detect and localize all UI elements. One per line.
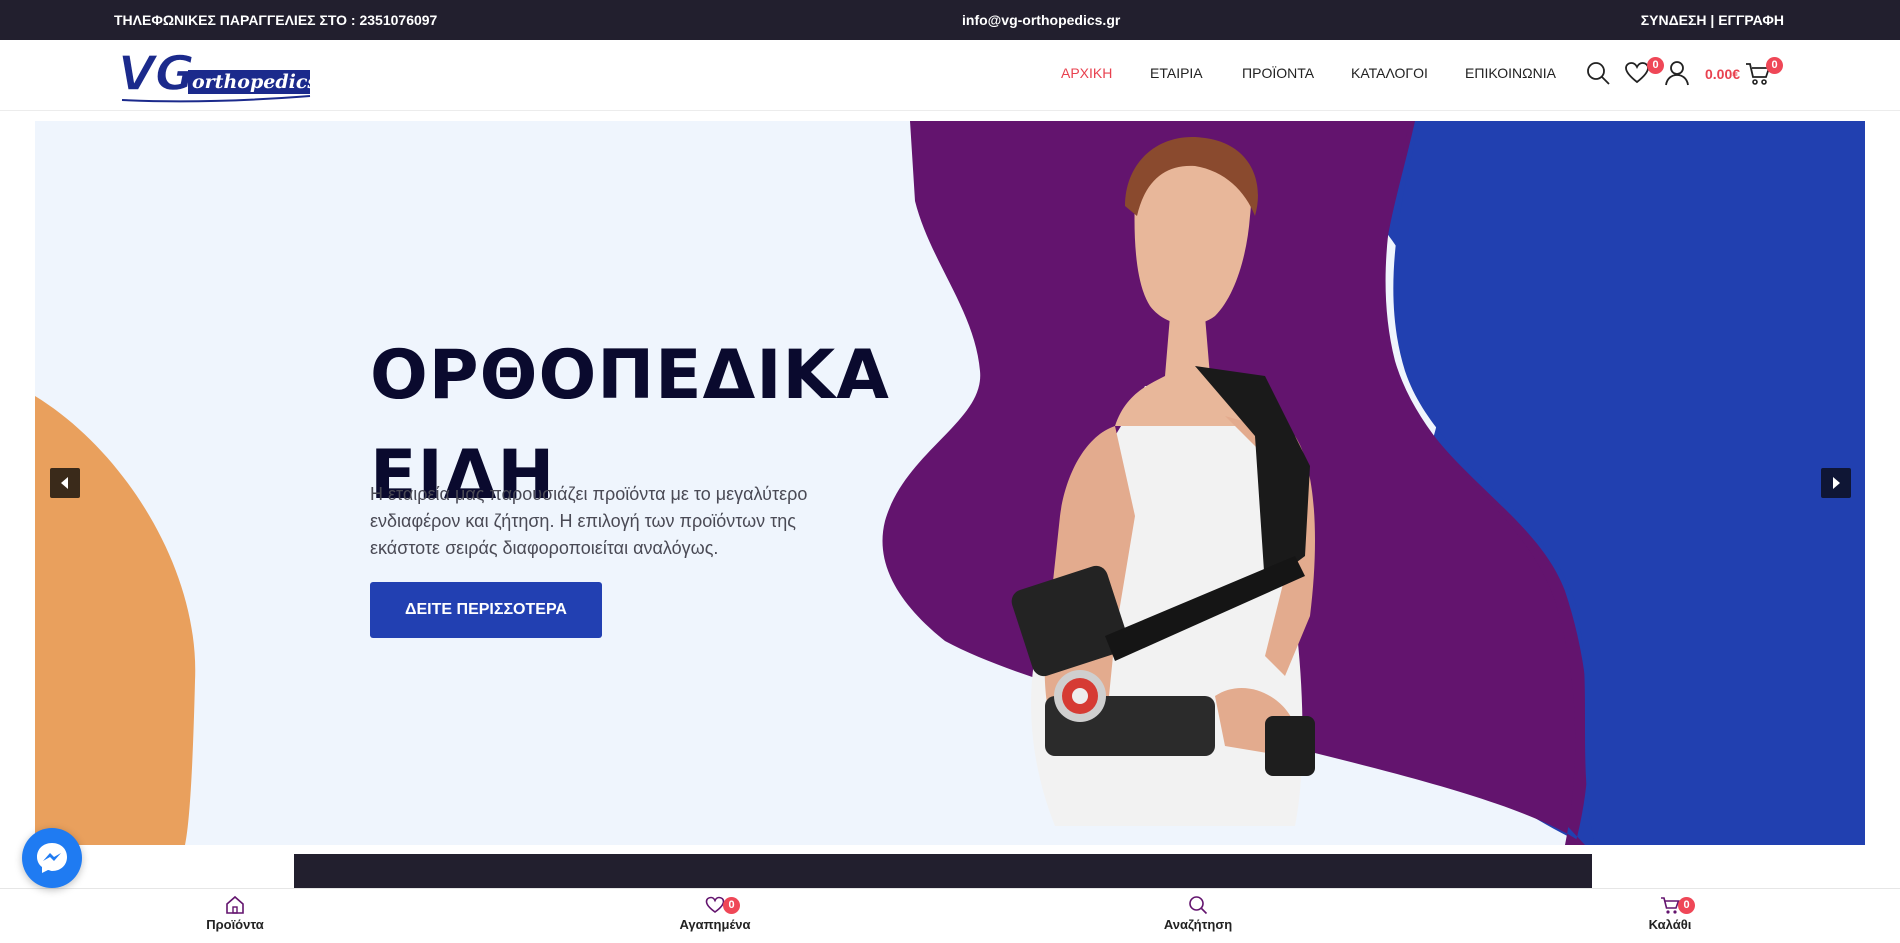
see-more-button[interactable]: ΔΕΙΤΕ ΠΕΡΙΣΣΟΤΕΡΑ [370,582,602,638]
search-icon [1189,896,1208,915]
toolbar-search[interactable]: Αναζήτηση [1138,895,1258,932]
email-link[interactable]: info@vg-orthopedics.gr [962,12,1120,28]
wishlist-count-badge: 0 [1647,57,1664,74]
nav-products[interactable]: ΠΡΟΪΟΝΤΑ [1242,65,1314,81]
toolbar-search-label: Αναζήτηση [1163,917,1233,932]
main-header: VG orthopedics ΑΡΧΙΚΗ ΕΤΑΙΡΙΑ ΠΡΟΪΟΝΤΑ Κ… [0,40,1900,111]
slider-next-button[interactable] [1821,468,1851,498]
auth-separator: | [1706,12,1719,28]
cart-icon [1661,897,1680,914]
hero-background-shapes [35,121,1865,845]
toolbar-products[interactable]: Προϊόντα [175,895,295,932]
cart-total[interactable]: 0.00€ [1705,66,1740,82]
nav-company[interactable]: ΕΤΑΙΡΙΑ [1150,65,1203,81]
site-logo[interactable]: VG orthopedics [116,44,312,106]
toolbar-products-label: Προϊόντα [206,917,264,932]
nav-catalogs[interactable]: ΚΑΤΑΛΟΓΟΙ [1351,65,1428,81]
home-icon [226,895,244,914]
messenger-icon [37,843,67,873]
top-bar: ΤΗΛΕΦΩΝΙΚΕΣ ΠΑΡΑΓΓΕΛΙΕΣ ΣΤΟ : 2351076097… [0,0,1900,40]
logo-mark: VG [118,46,195,102]
hero-description: Η εταιρεία μας παρουσιάζει προϊόντα με τ… [370,484,808,558]
hero-title-line-1: ΟΡΘΟΠΕΔΙΚΑ [370,336,890,415]
wishlist-heart-icon [705,896,725,913]
search-icon[interactable] [1585,60,1611,86]
register-link[interactable]: ΕΓΓΡΑΦΗ [1718,12,1784,28]
toolbar-cart-badge: 0 [1678,897,1695,914]
toolbar-cart[interactable]: Καλάθι 0 [1610,895,1730,932]
login-link[interactable]: ΣΥΝΔΕΣΗ [1641,12,1707,28]
auth-links: ΣΥΝΔΕΣΗ | ΕΓΓΡΑΦΗ [1641,12,1784,28]
toolbar-cart-label: Καλάθι [1648,917,1692,932]
chevron-right-icon [1833,477,1840,489]
model-with-elbow-brace-image [1011,136,1315,826]
slider-prev-button[interactable] [50,468,80,498]
nav-home[interactable]: ΑΡΧΙΚΗ [1061,65,1112,81]
toolbar-wishlist-badge: 0 [723,897,740,914]
cart-count-badge: 0 [1766,57,1783,74]
account-user-icon[interactable] [1664,60,1690,86]
chevron-left-icon [61,477,68,489]
toolbar-wishlist-label: Αγαπημένα [679,917,751,932]
toolbar-wishlist[interactable]: Αγαπημένα 0 [655,895,775,932]
phone-orders-text: ΤΗΛΕΦΩΝΙΚΕΣ ΠΑΡΑΓΓΕΛΙΕΣ ΣΤΟ : 2351076097 [114,12,438,28]
nav-contact[interactable]: ΕΠΙΚΟΙΝΩΝΙΑ [1465,65,1556,81]
messenger-chat-button[interactable] [22,828,82,888]
hero-slider: ΟΡΘΟΠΕΔΙΚΑ ΕΙΔΗ Η εταιρεία μας παρουσιάζ… [35,121,1865,845]
logo-wordmark: orthopedics [192,71,312,93]
bottom-toolbar: Προϊόντα Αγαπημένα 0 Αναζήτηση Καλάθι 0 [0,888,1900,943]
